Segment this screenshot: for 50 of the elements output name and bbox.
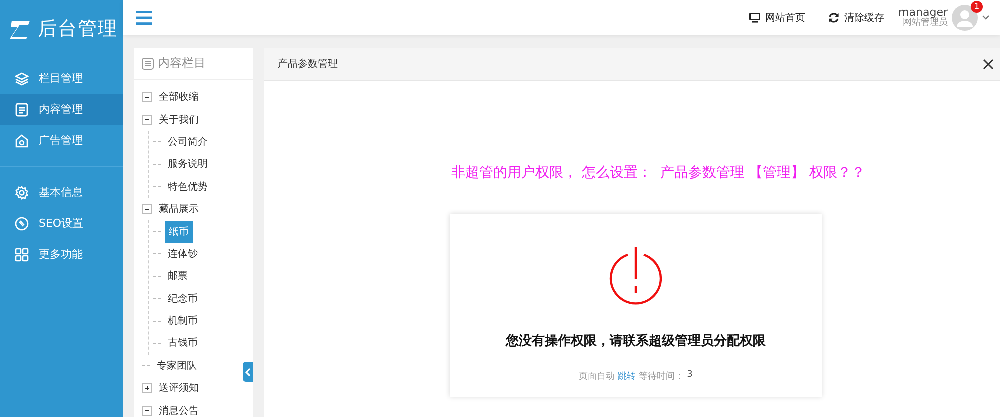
tree-item[interactable]: 全部收缩	[156, 88, 202, 106]
user-name: manager	[898, 6, 948, 18]
grid-icon	[15, 248, 29, 262]
logo-icon	[10, 19, 32, 39]
brand-title: 后台管理	[38, 17, 118, 42]
top-link[interactable]: 清除缓存	[828, 10, 885, 24]
tree-item[interactable]: 消息公告	[156, 402, 202, 417]
chevron-down-icon	[982, 14, 990, 20]
collapse-toggle[interactable]	[142, 114, 152, 125]
notice-message: 您没有操作权限，请联系超级管理员分配权限	[506, 332, 766, 350]
document-icon	[15, 102, 29, 116]
tree-item[interactable]: 邮票	[165, 267, 191, 286]
collapse-tab[interactable]	[243, 362, 253, 382]
tree-item[interactable]: 关于我们	[156, 110, 202, 129]
tree-item[interactable]: 藏品展示	[156, 200, 202, 218]
collapse-toggle[interactable]	[142, 92, 152, 102]
tree-item[interactable]: 机制币	[165, 312, 201, 330]
settings-icon	[15, 186, 29, 200]
expand-toggle[interactable]	[142, 383, 152, 394]
layers-icon	[15, 72, 29, 86]
refresh-icon	[828, 12, 840, 24]
sidebar-item[interactable]: 内容管理	[0, 94, 123, 125]
tree-item[interactable]: 纪念币	[165, 290, 201, 308]
list-icon	[142, 58, 154, 70]
collapse-toggle[interactable]	[142, 204, 152, 214]
wait-label: 等待时间：	[639, 370, 684, 383]
redirect-text: 页面自动	[579, 370, 616, 383]
warning-icon	[608, 246, 664, 306]
user-role: 网站管理员	[903, 18, 948, 28]
tab-title[interactable]: 产品参数管理	[278, 57, 338, 71]
collapse-toggle[interactable]	[142, 406, 152, 416]
top-link[interactable]: 网站首页	[748, 10, 806, 24]
tree-item[interactable]: 服务说明	[165, 155, 211, 174]
tree-item[interactable]: 古钱币	[165, 334, 201, 352]
chevron-left-icon	[245, 368, 251, 376]
close-icon	[983, 58, 994, 70]
tree-item[interactable]: 连体钞	[165, 244, 201, 263]
avatar-icon	[952, 4, 978, 30]
tree-item[interactable]: 送评须知	[156, 379, 202, 398]
question-text: 非超管的用户权限， 怎么设置： 产品参数管理 【管理】 权限？？	[451, 164, 866, 182]
tree-item[interactable]: 专家团队	[154, 356, 200, 375]
menu-icon	[136, 10, 152, 24]
tree-title: 内容栏目	[158, 55, 206, 72]
redirect-link[interactable]: 跳转	[618, 370, 636, 383]
notification-badge: 1	[971, 0, 983, 12]
tree-item[interactable]: 特色优势	[165, 178, 211, 196]
monitor-icon	[748, 12, 761, 24]
countdown-number: 3	[687, 370, 693, 382]
house-icon	[15, 134, 29, 148]
tree-item[interactable]: 公司简介	[165, 132, 211, 151]
